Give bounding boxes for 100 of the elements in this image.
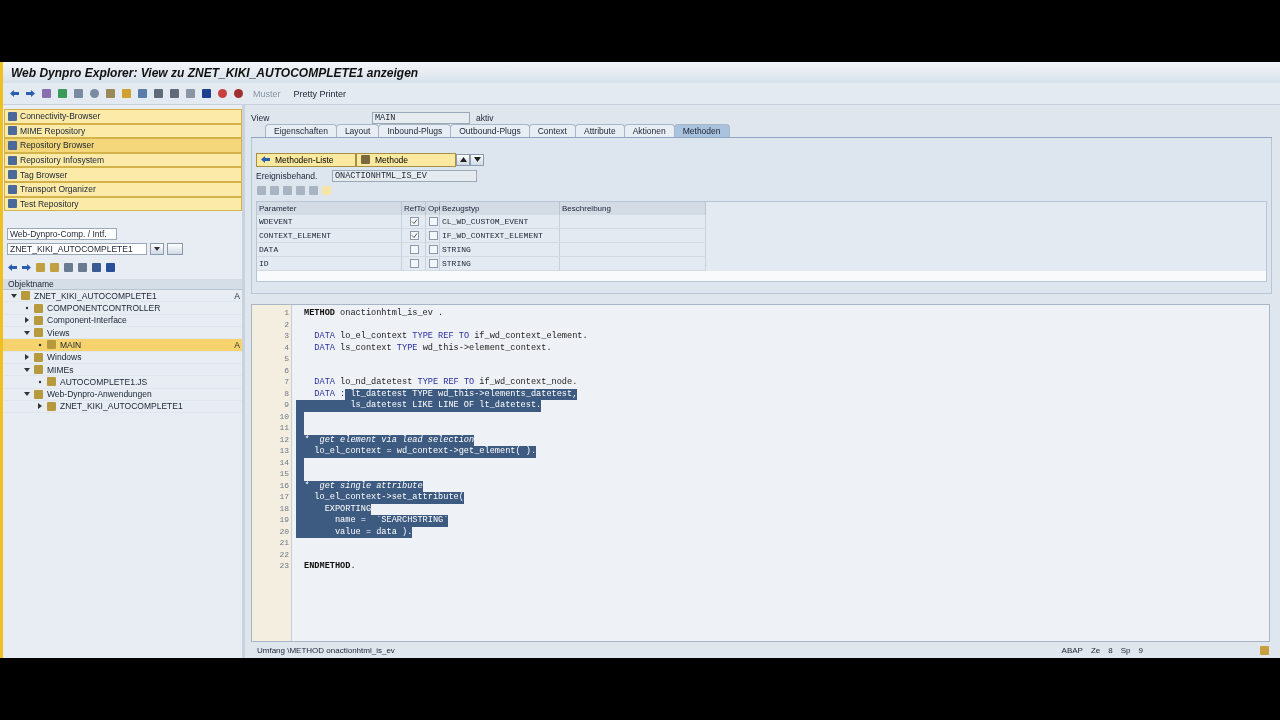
square-icon[interactable]	[360, 154, 371, 165]
square-icon[interactable]	[7, 154, 18, 166]
checkbox[interactable]	[410, 245, 419, 254]
checkbox[interactable]	[429, 217, 438, 226]
dropdown-button[interactable]	[150, 242, 164, 255]
code-text: * get single attribute	[304, 480, 423, 492]
line-number: 10	[279, 411, 290, 423]
line-number: 1	[284, 308, 290, 319]
checkbox[interactable]	[429, 259, 438, 268]
circle-icon[interactable]	[233, 88, 244, 99]
line-number: 20	[279, 526, 290, 538]
back-arrow-icon[interactable]	[260, 154, 271, 165]
line-value: 8	[1108, 645, 1113, 655]
tree-item[interactable]: AUTOCOMPLETE1.JS	[3, 376, 242, 389]
tree-item[interactable]: COMPONENTCONTROLLER	[3, 302, 242, 315]
code-text: onactionhtml_is_ev .	[339, 308, 444, 320]
line-number: 19	[279, 515, 290, 526]
horizontal-scrollbar[interactable]	[257, 271, 1266, 281]
tab[interactable]: Methoden	[673, 124, 730, 137]
code-text: ls_context	[339, 342, 393, 354]
square-icon[interactable]	[57, 88, 68, 99]
line-number: 2	[284, 319, 290, 331]
tree-item[interactable]: Windows	[3, 351, 242, 364]
up-button[interactable]	[456, 153, 470, 166]
square-icon[interactable]	[7, 198, 18, 210]
square-icon[interactable]	[7, 169, 18, 181]
tab[interactable]: Attribute	[574, 124, 625, 137]
status-text: A	[234, 290, 240, 301]
line-number: 23	[279, 561, 290, 572]
code-text: * get element via lead selection	[304, 434, 475, 446]
square-icon[interactable]	[41, 88, 52, 99]
table-cell: WDEVENT	[257, 215, 402, 229]
tab[interactable]: Inbound-Plugs	[378, 124, 452, 137]
column-value: 9	[1138, 645, 1143, 655]
checkbox[interactable]	[429, 245, 438, 254]
expand-arrow-icon[interactable]	[11, 292, 17, 299]
checkbox[interactable]	[410, 217, 419, 226]
column-header: Parameter	[257, 202, 402, 215]
tree-item[interactable]: MIMEs	[3, 363, 242, 377]
method-list-button[interactable]: Methoden-Liste	[256, 152, 356, 167]
language-text: ABAP	[1061, 645, 1083, 655]
line-number: 12	[279, 434, 290, 446]
tree-label: MIMEs	[47, 364, 74, 375]
tree-item[interactable]: Web-Dynpro-Anwendungen	[3, 388, 242, 401]
object-type-dropdown[interactable]: Web-Dynpro-Comp. / Intf.	[7, 227, 117, 240]
object-name-field[interactable]: ZNET_KIKI_AUTOCOMPLETE1	[7, 242, 147, 255]
code-text: TYPE REF TO	[412, 331, 470, 343]
square-icon[interactable]	[105, 88, 116, 99]
tree-item[interactable]: ZNET_KIKI_AUTOCOMPLETE1 A	[3, 290, 242, 303]
tree-item[interactable]: Component-Interface	[3, 314, 242, 328]
code-text: METHOD	[304, 308, 335, 320]
window-title: Web Dynpro Explorer: View zu ZNET_KIKI_AUTOCOMPLETE1 anzeigen	[3, 62, 1280, 83]
navigator-button[interactable]: Tag Browser	[4, 167, 242, 182]
circle-icon[interactable]	[217, 88, 228, 99]
tab[interactable]: Eigenschaften	[265, 124, 337, 137]
down-arrow-icon	[473, 157, 481, 162]
checkbox[interactable]	[410, 259, 419, 268]
code-text: DATA	[313, 377, 335, 389]
column-header: Objektname	[3, 279, 242, 291]
checkbox[interactable]	[410, 231, 419, 240]
square-icon[interactable]	[153, 88, 164, 99]
code-text: lo_el_context = wd_context->get_element( ).	[304, 446, 537, 458]
code-text: lo_nd_datetest	[339, 377, 414, 389]
navigator-button[interactable]: Repository Browser	[4, 138, 242, 153]
line-number: 4	[284, 342, 290, 354]
code-text: name = `SEARCHSTRING`	[304, 515, 449, 527]
code-text: TYPE REF TO	[417, 377, 475, 389]
navigator-button[interactable]: Connectivity-Browser	[4, 109, 242, 124]
square-icon[interactable]	[7, 183, 18, 195]
tree-item[interactable]: ZNET_KIKI_AUTOCOMPLETE1	[3, 400, 242, 414]
table-cell: CL_WD_CUSTOM_EVENT	[440, 215, 560, 229]
tab[interactable]: Aktionen	[623, 124, 675, 137]
pretty-printer-button[interactable]: Pretty Printer	[289, 88, 351, 99]
square-icon[interactable]	[137, 88, 148, 99]
tab[interactable]: Context	[528, 124, 576, 137]
square-icon[interactable]	[7, 110, 18, 122]
square-icon[interactable]	[73, 88, 84, 99]
circle-icon[interactable]	[89, 88, 100, 99]
square-icon[interactable]	[185, 88, 196, 99]
tab[interactable]: Layout	[335, 124, 380, 137]
square-icon[interactable]	[91, 261, 102, 273]
forward-arrow-icon[interactable]	[25, 88, 36, 99]
down-button[interactable]	[470, 153, 484, 166]
square-icon[interactable]	[7, 125, 18, 137]
event-handler-label: Ereignisbehand.	[256, 170, 319, 181]
square-icon[interactable]	[169, 88, 180, 99]
checkbox[interactable]	[429, 231, 438, 240]
tree-item[interactable]: MAIN A	[3, 339, 242, 352]
back-arrow-icon[interactable]	[7, 261, 18, 273]
back-arrow-icon[interactable]	[9, 88, 20, 99]
tree-label: AUTOCOMPLETE1.JS	[60, 376, 148, 387]
method-button[interactable]: Methode	[356, 152, 456, 167]
square-icon[interactable]	[63, 261, 74, 273]
code-text: ENDMETHOD	[304, 561, 351, 573]
caret-icon[interactable]	[154, 245, 160, 252]
square-icon[interactable]	[77, 261, 88, 273]
forward-arrow-icon[interactable]	[21, 261, 32, 273]
square-icon[interactable]	[7, 140, 18, 151]
tree-label: Component-Interface	[47, 315, 127, 326]
tab[interactable]: Outbound-Plugs	[450, 124, 530, 137]
